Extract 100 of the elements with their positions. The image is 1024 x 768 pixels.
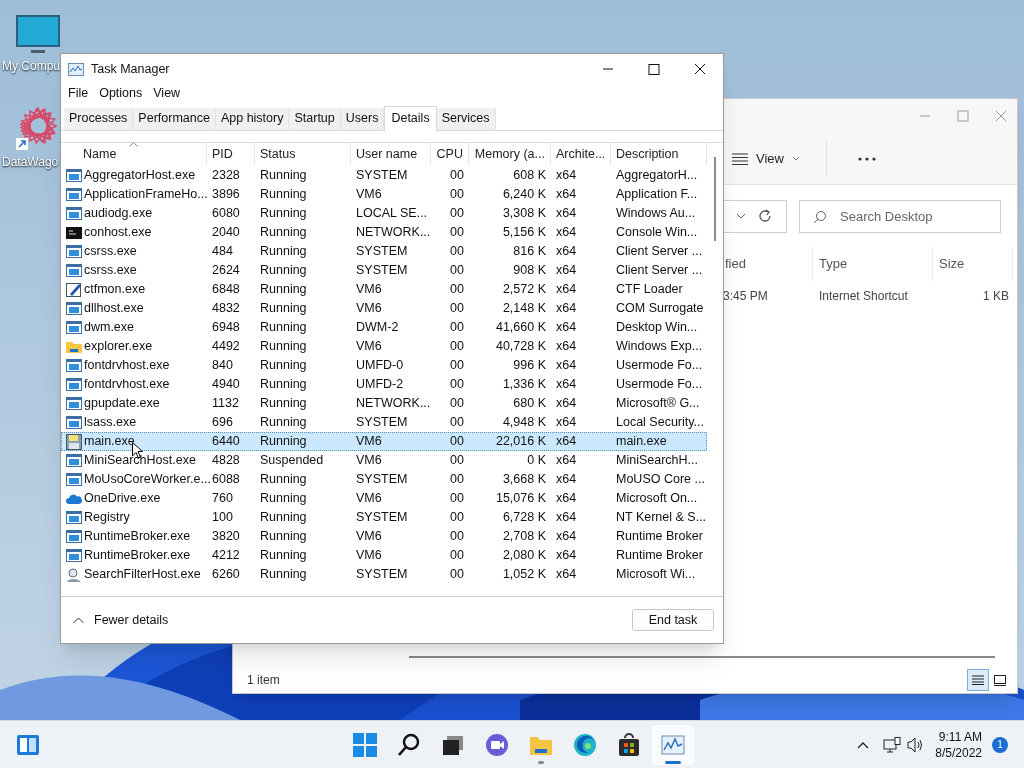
table-cell-text: Running [260, 319, 307, 337]
table-cell-text: audiodg.exe [84, 205, 153, 223]
table-cell-text: Registry [84, 509, 130, 527]
table-cell-text: 2624 [212, 262, 240, 280]
table-cell-text: Running [260, 281, 307, 299]
table-cell-text: x64 [556, 186, 577, 204]
table-cell-text: x64 [556, 319, 577, 337]
menu-item[interactable]: View [149, 84, 185, 104]
table-cell-text: ctfmon.exe [84, 281, 146, 299]
column-header[interactable]: PID [212, 144, 233, 164]
table-row[interactable]: main.exe 6440 Running VM6 00 22,016 K x64 main.exe [61, 432, 707, 452]
table-cell-text: Running [260, 376, 307, 394]
column-header[interactable]: Status [260, 144, 296, 164]
table-cell-text: 00 [450, 262, 464, 280]
table-cell-text: RuntimeBroker.exe [84, 528, 191, 546]
menu-item[interactable]: File [64, 84, 93, 104]
widgets-icon[interactable] [16, 733, 40, 756]
column-header[interactable]: Name [83, 144, 117, 164]
table-cell-text: 4828 [212, 452, 240, 470]
table-cell-text: Running [260, 338, 307, 356]
table-cell-text: Local Security... [616, 414, 704, 432]
table-cell-text: CTF Loader [616, 281, 683, 299]
table-cell-text: Running [260, 262, 307, 280]
column-header[interactable]: Archite... [556, 144, 606, 164]
table-cell-text: Running [260, 224, 307, 242]
tab[interactable]: Details [384, 105, 437, 131]
menu-item[interactable]: Options [95, 84, 147, 104]
tab[interactable]: App history [215, 107, 290, 130]
scrollbar-thumb[interactable] [714, 157, 716, 242]
table-cell-text: Microsoft On... [616, 490, 698, 508]
table-cell-text: 00 [450, 281, 464, 299]
table-cell-text: 00 [450, 471, 464, 489]
table-cell-text: Running [260, 300, 307, 318]
close-icon[interactable] [693, 63, 707, 75]
windows-logo-icon [351, 730, 379, 759]
table-cell-text: Running [260, 395, 307, 413]
end-task-button[interactable]: End task [632, 609, 714, 632]
table-cell-text: 4940 [212, 376, 240, 394]
notification-badge[interactable]: 1 [992, 736, 1008, 753]
maximize-icon[interactable] [647, 63, 661, 75]
table-cell-text: fontdrvhost.exe [84, 357, 170, 375]
tab[interactable]: Startup [289, 107, 341, 130]
column-header[interactable]: Memory (a... [474, 144, 545, 164]
table-cell-text: VM6 [356, 281, 382, 299]
table-cell-text: 996 K [513, 357, 546, 375]
table-cell-text: x64 [556, 338, 577, 356]
tab[interactable]: Users [340, 107, 385, 130]
table-row[interactable]: Registry 100 Running SYSTEM 00 6,728 K x64 NT Kernel & S... [61, 508, 707, 528]
window-icon [66, 357, 82, 374]
tab[interactable]: Performance [133, 107, 216, 130]
table-cell-text: x64 [556, 300, 577, 318]
column-header[interactable]: Description [616, 144, 679, 164]
window-icon [66, 528, 82, 545]
window-icon [66, 452, 82, 469]
table-cell-text: 0 K [527, 452, 546, 470]
table-cell-text: x64 [556, 547, 577, 565]
column-header[interactable]: Size [939, 254, 965, 274]
table-cell-text: x64 [556, 566, 577, 584]
table-cell-text: 2328 [212, 167, 240, 185]
view-button[interactable]: View [730, 143, 802, 174]
table-cell-text: SYSTEM [356, 566, 408, 584]
table-cell-text: 2040 [212, 224, 240, 242]
table-cell-text: x64 [556, 433, 577, 451]
search-field[interactable]: Search Desktop [799, 199, 1001, 233]
network-icon[interactable] [883, 736, 902, 753]
window-icon [66, 262, 82, 279]
table-cell-text: main.exe [616, 433, 667, 451]
table-cell-text: 3,308 K [502, 205, 546, 223]
clock[interactable]: 9:11 AM 8/5/2022 [935, 728, 982, 761]
table-cell-text: x64 [556, 414, 577, 432]
table-cell-text: 00 [450, 566, 464, 584]
chevron-up-icon[interactable] [857, 740, 870, 749]
table-cell-text: Application F... [616, 186, 698, 204]
table-cell-text: SYSTEM [356, 167, 408, 185]
table-cell-text: 3,668 K [502, 471, 546, 489]
table-row[interactable]: MoUsoCoreWorker.e...6088 Running SYSTEM 00 3,668 K x64 MoUSO Core ... [61, 470, 707, 490]
fewer-details-button[interactable]: Fewer details [73, 610, 169, 630]
horizontal-scrollbar[interactable] [409, 656, 995, 658]
list-icon [972, 675, 984, 685]
window-icon [66, 300, 82, 317]
table-cell-text: Microsoft Wi... [616, 566, 696, 584]
table-cell-text: Running [260, 205, 307, 223]
monitor-icon[interactable] [15, 14, 61, 56]
column-header[interactable]: Type [819, 254, 848, 274]
table-cell-text: x64 [556, 243, 577, 261]
tab[interactable]: Services [436, 107, 496, 130]
column-header[interactable]: CPU [436, 144, 463, 164]
window-icon [66, 167, 82, 184]
table-cell-text: 4832 [212, 300, 240, 318]
column-header[interactable]: User name [356, 144, 418, 164]
table-cell-text: MiniSearchHost.exe [84, 452, 196, 470]
table-cell-text: 5,156 K [502, 224, 546, 242]
table-cell-text: 6,728 K [502, 509, 546, 527]
table-cell-text: VM6 [356, 186, 382, 204]
details-view-button[interactable] [967, 669, 989, 691]
refresh-icon [758, 209, 772, 223]
tab[interactable]: Processes [64, 107, 134, 130]
table-cell-text: 6080 [212, 205, 240, 223]
column-header[interactable]: fied [725, 254, 746, 274]
more-icon[interactable] [856, 155, 877, 162]
